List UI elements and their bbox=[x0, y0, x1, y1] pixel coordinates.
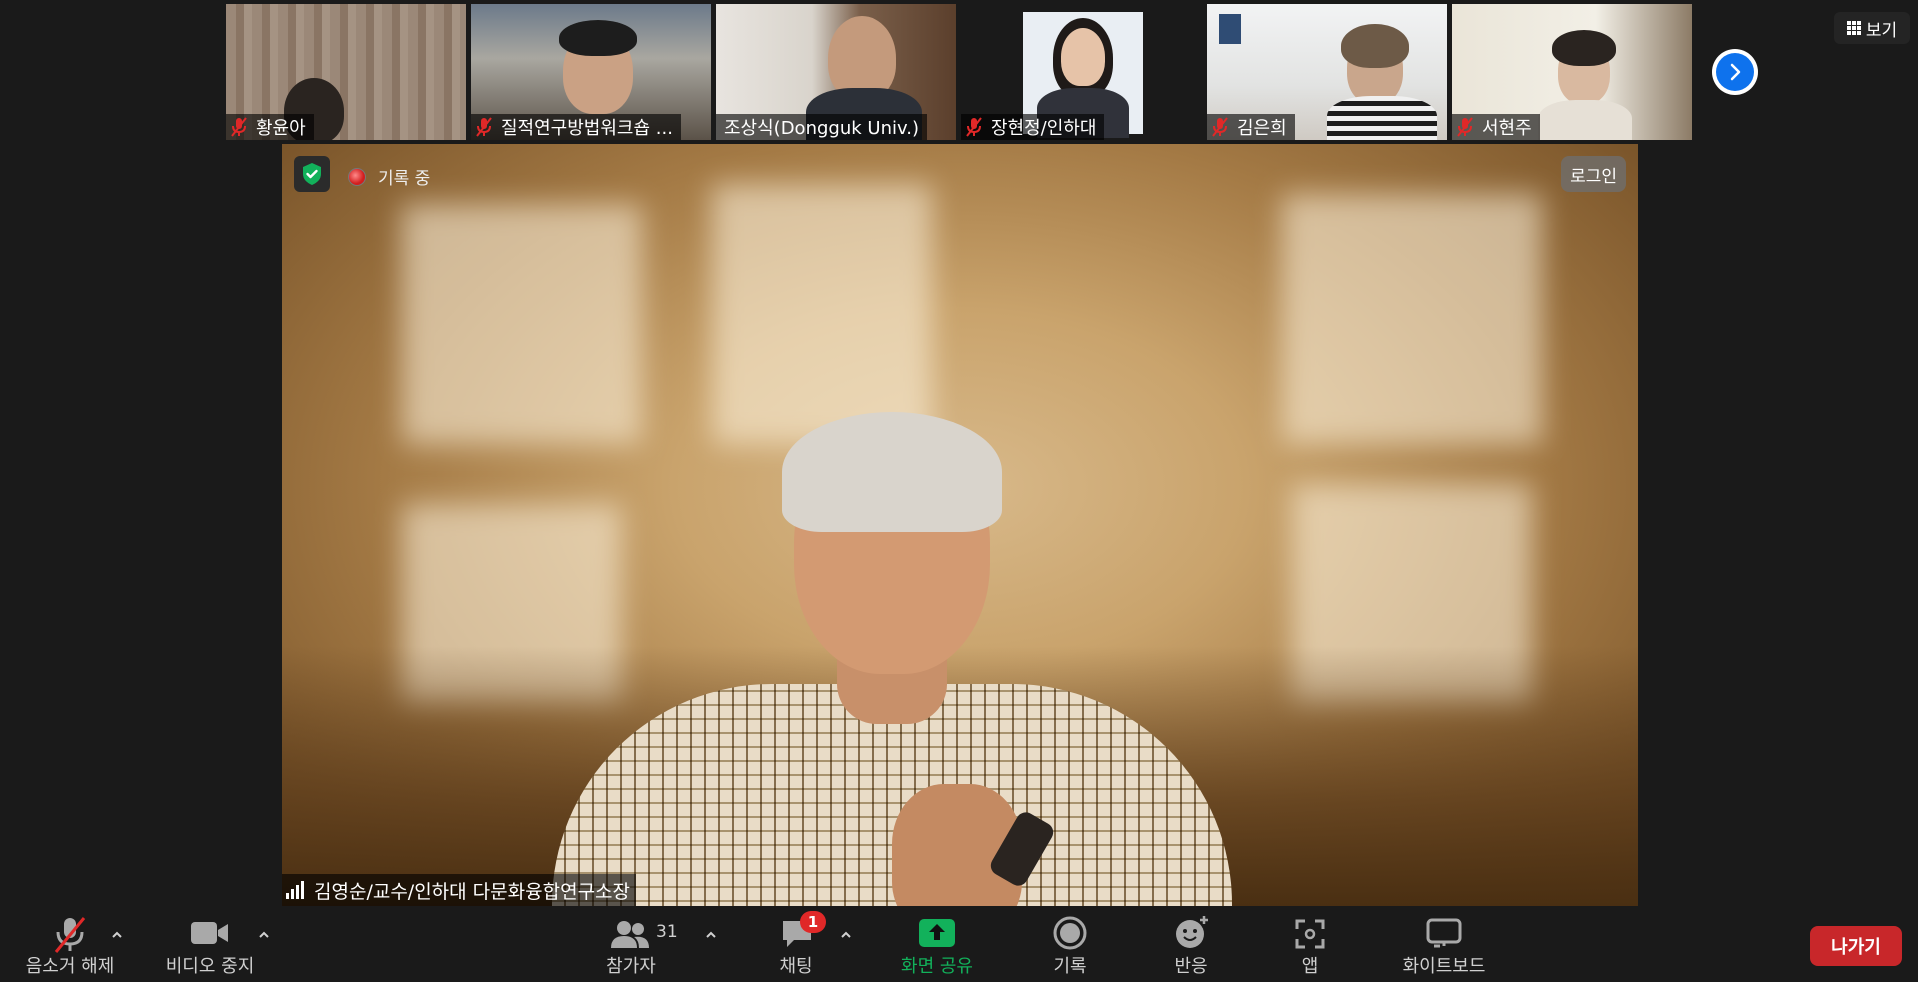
window-glow bbox=[402, 204, 642, 444]
muted-mic-icon bbox=[1457, 117, 1473, 137]
unmute-label: 음소거 해제 bbox=[25, 956, 115, 977]
reactions-label: 반응 bbox=[1174, 956, 1208, 977]
participant-tile[interactable]: 김은희 bbox=[1207, 4, 1447, 140]
chat-label: 채팅 bbox=[779, 956, 813, 977]
speaker-hair bbox=[782, 412, 1002, 532]
login-button[interactable]: 로그인 bbox=[1561, 156, 1626, 192]
participant-tile[interactable]: 질적연구방법워크숍 ... bbox=[471, 4, 711, 140]
recording-label: 기록 중 bbox=[378, 169, 431, 189]
signal-bars-icon bbox=[286, 881, 306, 899]
leave-label: 나가기 bbox=[1831, 937, 1881, 958]
whiteboard-label: 화이트보드 bbox=[1402, 956, 1486, 977]
next-page-button[interactable] bbox=[1712, 49, 1758, 95]
apps-icon bbox=[1295, 919, 1325, 949]
share-screen-label: 화면 공유 bbox=[901, 956, 973, 977]
window-glow bbox=[712, 184, 932, 444]
view-button[interactable]: 보기 bbox=[1834, 12, 1910, 44]
participant-body bbox=[1327, 96, 1437, 140]
view-button-label: 보기 bbox=[1865, 20, 1898, 41]
video-options-caret-icon[interactable] bbox=[257, 928, 271, 942]
participant-name-tag: 장현정/인하대 bbox=[961, 114, 1105, 140]
participant-name-tag: 조상식(Dongguk Univ.) bbox=[716, 114, 927, 140]
participant-name-tag: 김은희 bbox=[1207, 114, 1295, 140]
participant-name: 질적연구방법워크숍 ... bbox=[501, 118, 673, 139]
muted-mic-icon bbox=[966, 117, 982, 137]
muted-mic-icon bbox=[231, 117, 247, 137]
share-screen-button[interactable]: 화면 공유 bbox=[892, 908, 982, 982]
participant-name: 김은희 bbox=[1237, 118, 1287, 139]
stop-video-label: 비디오 중지 bbox=[165, 956, 255, 977]
chevron-right-icon bbox=[1716, 53, 1754, 91]
muted-mic-icon bbox=[476, 117, 492, 137]
participant-tile[interactable]: 장현정/인하대 bbox=[961, 4, 1201, 140]
recording-dot-icon bbox=[348, 167, 366, 186]
participant-name: 조상식(Dongguk Univ.) bbox=[724, 118, 919, 139]
muted-mic-icon bbox=[54, 917, 86, 953]
login-button-label: 로그인 bbox=[1570, 166, 1617, 187]
participant-name: 서현주 bbox=[1482, 118, 1532, 139]
wall-picture bbox=[1219, 14, 1241, 44]
reactions-button[interactable]: 반응 bbox=[1160, 908, 1222, 982]
participant-name: 장현정/인하대 bbox=[991, 118, 1097, 139]
video-camera-icon bbox=[191, 922, 228, 944]
whiteboard-button[interactable]: 화이트보드 bbox=[1396, 908, 1492, 982]
participants-count: 31 bbox=[656, 922, 678, 942]
emoji-reaction-icon bbox=[1176, 916, 1208, 948]
chat-options-caret-icon[interactable] bbox=[839, 928, 853, 942]
participant-name-tag: 질적연구방법워크숍 ... bbox=[471, 114, 681, 140]
speaker-name: 김영순/교수/인하대 다문화융합연구소장 bbox=[314, 880, 631, 903]
leave-meeting-button[interactable]: 나가기 bbox=[1810, 926, 1902, 966]
chat-unread-badge: 1 bbox=[800, 911, 826, 933]
recording-indicator[interactable]: 기록 중 bbox=[348, 164, 430, 189]
record-label: 기록 bbox=[1053, 956, 1087, 977]
participants-icon bbox=[611, 921, 649, 948]
whiteboard-icon bbox=[1426, 918, 1462, 948]
participant-strip: 황윤아 질적연구방법워크숍 ... 조상식(Dongguk Univ.) 장현정… bbox=[226, 4, 1692, 140]
record-button[interactable]: 기록 bbox=[1040, 908, 1100, 982]
participant-hair bbox=[1341, 24, 1409, 68]
apps-button[interactable]: 앱 bbox=[1290, 908, 1330, 982]
participant-hair bbox=[559, 20, 637, 56]
apps-label: 앱 bbox=[1301, 956, 1319, 977]
participant-name: 황윤아 bbox=[256, 118, 306, 139]
participant-tile[interactable]: 조상식(Dongguk Univ.) bbox=[716, 4, 956, 140]
speaker-name-tag: 김영순/교수/인하대 다문화융합연구소장 bbox=[282, 874, 637, 906]
participant-body bbox=[1538, 100, 1632, 140]
meeting-toolbar: 음소거 해제 비디오 중지 참가자 31 채팅 1 화면 공유 기록 반응 앱 … bbox=[0, 908, 1918, 982]
active-speaker-video[interactable]: 기록 중 로그인 김영순/교수/인하대 다문화융합연구소장 bbox=[282, 144, 1638, 906]
unmute-button[interactable]: 음소거 해제 bbox=[18, 908, 122, 982]
participant-name-tag: 서현주 bbox=[1452, 114, 1540, 140]
muted-mic-icon bbox=[1212, 117, 1228, 137]
window-glow bbox=[1282, 194, 1542, 444]
participant-name-tag: 황윤아 bbox=[226, 114, 314, 140]
participants-button[interactable]: 참가자 bbox=[596, 908, 666, 982]
audio-options-caret-icon[interactable] bbox=[110, 928, 124, 942]
share-screen-icon bbox=[919, 919, 955, 947]
participants-options-caret-icon[interactable] bbox=[704, 928, 718, 942]
record-icon bbox=[1053, 916, 1087, 950]
participant-tile[interactable]: 황윤아 bbox=[226, 4, 466, 140]
stop-video-button[interactable]: 비디오 중지 bbox=[160, 908, 260, 982]
security-shield-icon[interactable] bbox=[294, 156, 330, 192]
participant-tile[interactable]: 서현주 bbox=[1452, 4, 1692, 140]
grid-icon bbox=[1846, 21, 1861, 35]
participants-label: 참가자 bbox=[606, 956, 656, 977]
participant-hair bbox=[1552, 30, 1616, 66]
